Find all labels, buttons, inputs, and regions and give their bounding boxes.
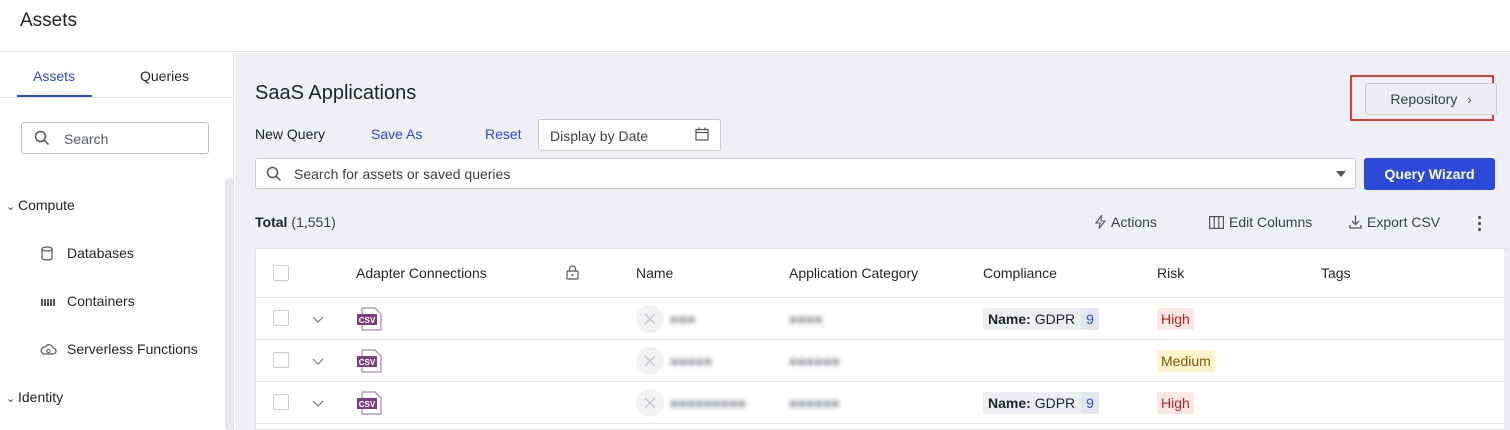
chevron-down-icon[interactable] [312,353,324,369]
repository-button[interactable]: Repository › [1365,83,1497,115]
csv-file-icon: CSV [356,306,384,335]
risk-badge: Medium [1157,350,1215,372]
page-title: SaaS Applications [255,82,417,104]
sidebar-search-placeholder: Search [64,131,109,147]
svg-text:CSV: CSV [359,400,376,409]
total-label: Total [255,214,288,230]
chevron-down-icon: ⌄ [6,393,16,405]
table-row[interactable]: CSV ■■■■■■■■■ ■■■■■■ Name: GDPR 9 High [256,382,1510,424]
highlight-box: Repository › [1350,75,1497,121]
app-title: Assets [20,10,78,31]
export-csv-button[interactable]: Export CSV [1349,214,1440,230]
asset-search-placeholder: Search for assets or saved queries [294,166,511,182]
sidebar-item-label: Serverless Functions [67,341,198,357]
more-options-icon[interactable] [1474,213,1486,233]
column-header-application-category[interactable]: Application Category [789,265,918,281]
total-count: Total (1,551) [255,214,336,230]
chevron-down-icon[interactable] [312,311,324,327]
sidebar-scrollbar[interactable] [225,178,233,430]
dropdown-arrow-icon[interactable] [1336,171,1346,177]
download-icon [1349,215,1362,229]
top-bar: Assets [0,0,1510,52]
actions-label: Actions [1111,214,1157,230]
row-checkbox[interactable] [273,310,289,326]
assets-table: Adapter Connections Name Application Cat… [255,248,1510,430]
compliance-badge: Name: GDPR 9 [983,392,1099,414]
tree-group-label: Compute [18,197,75,213]
compliance-key: Name: [988,311,1031,327]
compliance-key: Name: [988,395,1031,411]
app-logo-placeholder-icon [636,389,664,417]
risk-badge: High [1157,392,1194,414]
export-csv-label: Export CSV [1367,214,1441,230]
new-query-button[interactable]: New Query [255,126,325,142]
compliance-badge: Name: GDPR 9 [983,308,1099,330]
csv-file-icon: CSV [356,390,384,419]
database-icon [40,246,56,261]
sidebar-item-label: Databases [67,245,134,261]
column-header-tags[interactable]: Tags [1321,265,1351,281]
sidebar-search-input[interactable]: Search [21,122,209,154]
date-placeholder: Display by Date [550,128,649,144]
app-logo-placeholder-icon [636,305,664,333]
column-header-compliance[interactable]: Compliance [983,265,1057,281]
reset-button[interactable]: Reset [485,126,522,142]
blurred-name: ■■■ [670,311,696,327]
lightning-icon [1094,213,1107,229]
row-checkbox[interactable] [273,352,289,368]
containers-icon [40,294,56,308]
query-wizard-button[interactable]: Query Wizard [1364,158,1495,190]
select-all-checkbox[interactable] [273,265,289,281]
chevron-right-icon: › [1467,92,1472,107]
tree-group-label: Identity [18,389,64,405]
sidebar: Assets Queries Search ⌄ Compute Databases… [0,53,234,430]
search-icon [266,166,282,185]
tab-queries[interactable]: Queries [140,68,189,84]
tree-group-compute[interactable]: ⌄ Compute [6,197,75,213]
edit-columns-button[interactable]: Edit Columns [1209,214,1312,230]
actions-button[interactable]: Actions [1094,213,1157,230]
svg-text:CSV: CSV [359,358,376,367]
table-row[interactable]: CSV ■■■■■ ■■■■■■ Medium [256,340,1510,382]
blurred-category: ■■■■■■ [789,353,840,369]
sidebar-item-label: Containers [67,293,135,309]
active-tab-indicator [17,95,92,97]
compliance-count: 9 [1081,308,1099,330]
columns-icon [1209,216,1225,230]
save-as-button[interactable]: Save As [371,126,422,142]
asset-search-input[interactable]: Search for assets or saved queries [255,158,1356,189]
risk-badge: High [1157,308,1194,330]
compliance-value: GDPR [1034,395,1076,411]
tab-assets[interactable]: Assets [33,68,75,84]
search-icon [34,130,50,149]
blurred-name: ■■■■■ [670,353,713,369]
main-content: SaaS Applications Repository › New Query… [235,53,1510,430]
column-header-risk[interactable]: Risk [1157,265,1184,281]
compliance-value: GDPR [1034,311,1076,327]
app-logo-placeholder-icon [636,347,664,375]
column-header-name[interactable]: Name [636,265,673,281]
edit-columns-label: Edit Columns [1229,214,1313,230]
compliance-count: 9 [1081,392,1099,414]
svg-text:CSV: CSV [359,316,376,325]
chevron-down-icon: ⌄ [6,201,16,213]
row-checkbox[interactable] [273,394,289,410]
blurred-category: ■■■■ [789,311,823,327]
blurred-category: ■■■■■■ [789,395,840,411]
tree-group-identity[interactable]: ⌄ Identity [6,389,63,405]
display-by-date-field[interactable]: Display by Date [538,119,721,151]
calendar-icon [695,127,709,144]
table-header-row: Adapter Connections Name Application Cat… [256,249,1510,298]
total-value: (1,551) [291,214,336,230]
blurred-name: ■■■■■■■■■ [670,395,747,411]
csv-file-icon: CSV [356,348,384,377]
table-scrollbar[interactable] [1504,249,1510,430]
lock-icon [566,265,579,283]
table-row[interactable]: CSV ■■■ ■■■■ Name: GDPR 9 High [256,298,1510,340]
chevron-down-icon[interactable] [312,395,324,411]
column-header-adapter-connections[interactable]: Adapter Connections [356,265,487,281]
repository-label: Repository [1390,91,1458,107]
cloud-gear-icon [40,342,57,356]
sidebar-tabs: Assets Queries [0,53,234,98]
